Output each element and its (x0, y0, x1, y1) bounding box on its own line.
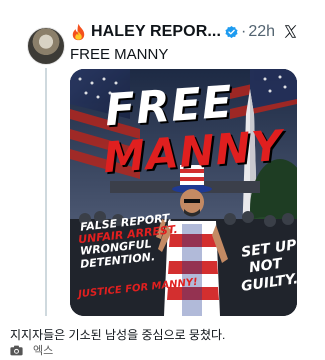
post-time[interactable]: 22h (248, 23, 275, 41)
tweet-card[interactable]: HALEY REPOR... · 22h FREE MANNY FREE MAN… (0, 0, 325, 316)
thread-line (45, 68, 47, 316)
author-name[interactable]: HALEY REPOR... (91, 23, 221, 41)
image-source: 엑스 (10, 342, 53, 358)
tweet-header: HALEY REPOR... · 22h (70, 21, 310, 43)
fire-icon (72, 23, 85, 41)
camera-icon (10, 345, 23, 355)
image-source-label: 엑스 (33, 345, 54, 357)
separator-dot: · (241, 23, 247, 40)
image-caption: 지지자들은 기소된 남성을 중심으로 뭉쳤다. (10, 328, 226, 342)
post-image[interactable]: FREE MANNY FALSE REPORT. UNFAIR ARREST. … (70, 69, 297, 316)
x-logo-icon[interactable] (283, 24, 298, 39)
post-text: FREE MANNY (70, 46, 169, 63)
verified-badge-icon (225, 25, 238, 38)
author-avatar[interactable] (27, 27, 65, 65)
